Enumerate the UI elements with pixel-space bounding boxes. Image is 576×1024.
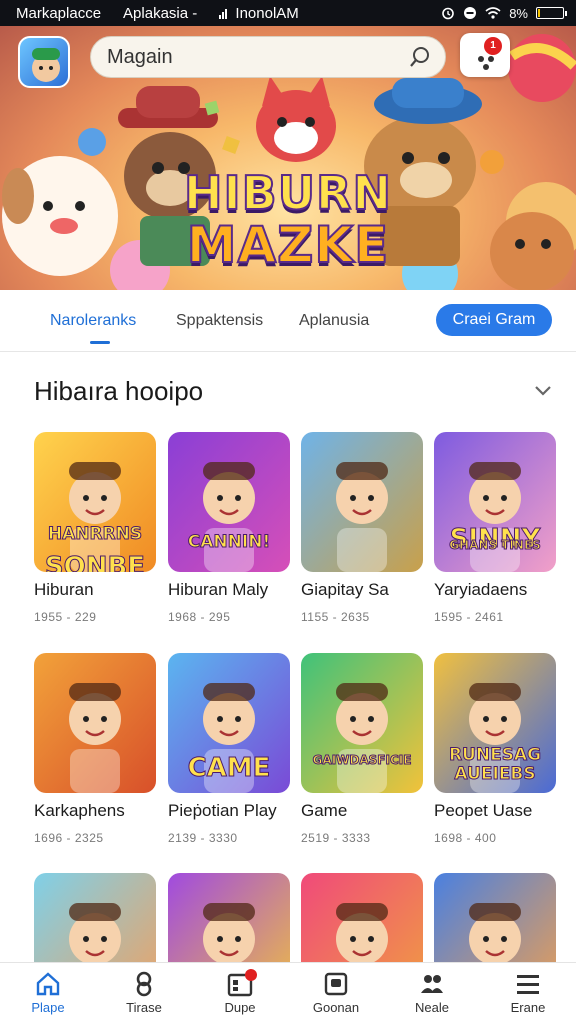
create-game-button[interactable]: Craei Gram <box>436 304 552 336</box>
game-art-text: GAIWDASFICIE <box>312 753 412 768</box>
status-app-name: Markaplacce <box>16 4 102 22</box>
menu-icon <box>515 971 541 997</box>
game-title[interactable]: Hiburan Maly <box>168 580 292 600</box>
store-icon <box>323 971 349 997</box>
home-icon <box>35 971 61 997</box>
game-meta: 2139 - 3330 <box>168 831 238 845</box>
search-input[interactable] <box>107 45 409 69</box>
notifications-button[interactable]: 1 <box>460 33 510 77</box>
game-title[interactable]: Hiburan <box>34 580 158 600</box>
signal-icon <box>219 8 228 19</box>
nav-label: Goonan <box>312 1000 360 1015</box>
tab-naroleranks[interactable]: Naroleranks <box>50 312 136 344</box>
nav-item-plape[interactable]: Plape <box>0 963 96 1024</box>
status-carrier-a: Aplakasia - <box>123 4 198 22</box>
bottom-navigation: Plape Tirase Dupe Goonan Neale Erane <box>0 962 576 1024</box>
game-card[interactable]: HANRRNS SONBE Hiburan 1955 - 229 <box>34 432 158 624</box>
game-art-text: CAME <box>187 753 271 784</box>
search-bar[interactable] <box>90 36 446 78</box>
battery-level <box>538 9 540 17</box>
game-art-text: GHANS TINES <box>449 538 542 553</box>
game-art-text: CANNIN! <box>187 532 271 553</box>
game-art-text: SONBE <box>44 552 146 573</box>
nav-label: Neale <box>415 1000 449 1015</box>
game-meta: 1698 - 400 <box>434 831 497 845</box>
nav-badge <box>245 969 257 981</box>
game-art-text: HANRRNS <box>47 524 143 545</box>
game-title[interactable]: Peopet Uase <box>434 801 558 821</box>
game-card[interactable]: CANNIN! Hiburan Maly 1968 - 295 <box>168 432 292 624</box>
games-icon <box>131 971 157 997</box>
game-thumbnail[interactable]: CANNIN! <box>168 432 290 572</box>
game-thumbnail[interactable]: SINNY GHANS TINES <box>434 432 556 572</box>
hero-title-line1: HIBURN <box>183 165 392 221</box>
game-art-text: RUNESAG <box>448 745 542 766</box>
status-carrier-b: InonolAM <box>219 5 299 22</box>
game-meta: 2519 - 3333 <box>301 831 371 845</box>
nav-item-goonan[interactable]: Goonan <box>288 963 384 1024</box>
game-card[interactable]: CAME Pieṗotian Play 2139 - 3330 <box>168 653 292 845</box>
tab-sppaktensis[interactable]: Sppaktensis <box>176 312 263 330</box>
game-card[interactable]: RUNESAG AUEIEBS Peopet Uase 1698 - 400 <box>434 653 558 845</box>
game-title[interactable]: Giapitay Sa <box>301 580 425 600</box>
category-tabs: Naroleranks Sppaktensis Aplanusia Craei … <box>0 290 576 352</box>
game-title[interactable]: Game <box>301 801 425 821</box>
game-meta: 1696 - 2325 <box>34 831 104 845</box>
search-icon[interactable] <box>409 46 431 68</box>
nav-label: Dupe <box>224 1000 256 1015</box>
game-meta: 1595 - 2461 <box>434 610 504 624</box>
apps-icon <box>227 969 257 997</box>
game-art-text: AUEIEBS <box>454 764 536 785</box>
game-thumbnail[interactable]: RUNESAG AUEIEBS <box>434 653 556 793</box>
game-thumbnail[interactable]: GAIWDASFICIE <box>301 653 423 793</box>
game-thumbnail[interactable]: HANRRNS SONBE <box>34 432 156 572</box>
game-title[interactable]: Yaryiadaens <box>434 580 558 600</box>
wifi-icon <box>485 7 501 19</box>
status-bar: Markaplacce Aplakasia - InonolAM 8% <box>0 0 576 26</box>
do-not-disturb-icon <box>464 7 477 19</box>
game-thumbnail[interactable] <box>301 432 423 572</box>
nav-label: Erane <box>510 1000 546 1015</box>
game-meta: 1955 - 229 <box>34 610 97 624</box>
game-card[interactable]: Giapitay Sa 1155 - 2635 <box>301 432 425 624</box>
nav-item-neale[interactable]: Neale <box>384 963 480 1024</box>
battery-icon <box>536 7 567 19</box>
game-title[interactable]: Pieṗotian Play <box>168 801 292 821</box>
notification-badge: 1 <box>484 37 502 55</box>
battery-percent: 8% <box>509 5 528 21</box>
avatar-icon <box>32 48 60 82</box>
game-card[interactable]: SINNY GHANS TINES Yaryiadaens 1595 - 2461 <box>434 432 558 624</box>
game-title[interactable]: Karkaphens <box>34 801 158 821</box>
nav-label: Tirase <box>126 1000 162 1015</box>
people-icon <box>419 971 445 997</box>
alarm-icon <box>442 7 455 20</box>
profile-avatar[interactable] <box>18 36 70 88</box>
nav-item-tirase[interactable]: Tirase <box>96 963 192 1024</box>
tab-aplanusia[interactable]: Aplanusia <box>299 312 369 330</box>
game-meta: 1968 - 295 <box>168 610 231 624</box>
game-card[interactable]: GAIWDASFICIE Game 2519 - 3333 <box>301 653 425 845</box>
chevron-down-icon[interactable] <box>532 380 554 402</box>
nav-item-dupe[interactable]: Dupe <box>192 963 288 1024</box>
nav-label: Plape <box>31 1000 65 1015</box>
nav-item-erane[interactable]: Erane <box>480 963 576 1024</box>
section-title: Hibaıra hooipo <box>34 376 204 406</box>
game-thumbnail[interactable] <box>34 653 156 793</box>
game-thumbnail[interactable]: CAME <box>168 653 290 793</box>
game-card[interactable]: Karkaphens 1696 - 2325 <box>34 653 158 845</box>
hero-title-line2: MAZKE <box>186 215 390 275</box>
game-meta: 1155 - 2635 <box>301 610 370 624</box>
